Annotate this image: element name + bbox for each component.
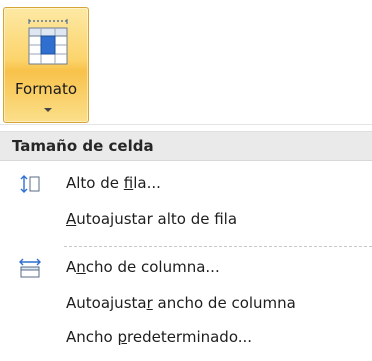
chevron-down-icon — [44, 108, 52, 112]
format-dropdown-menu: Tamaño de celda Alto de fila... Autoajus… — [0, 124, 372, 361]
menu-item-autofit-row-height[interactable]: Autoajustar alto de fila — [0, 203, 372, 237]
menu-item-label: Alto de fila... — [66, 174, 161, 192]
menu-section-header: Tamaño de celda — [0, 131, 372, 161]
menu-item-label: Ancho predeterminado... — [66, 328, 253, 346]
menu-item-label: Ancho de columna... — [66, 258, 220, 276]
menu-item-label: Autoajustar ancho de columna — [66, 294, 296, 312]
menu-separator — [64, 246, 372, 247]
format-button-label: Formato — [14, 80, 78, 98]
menu-section-title: Tamaño de celda — [12, 137, 154, 155]
menu-item-default-width[interactable]: Ancho predeterminado... — [0, 321, 372, 355]
menu-item-autofit-column-width[interactable]: Autoajustar ancho de columna — [0, 287, 372, 321]
column-width-icon — [19, 258, 41, 278]
menu-item-label: Autoajustar alto de fila — [66, 210, 238, 228]
format-button[interactable]: Formato — [3, 7, 89, 123]
menu-item-column-width[interactable]: Ancho de columna... — [0, 251, 372, 285]
table-format-icon — [28, 19, 68, 65]
menu-item-row-height[interactable]: Alto de fila... — [0, 167, 372, 201]
row-height-icon — [20, 175, 40, 193]
